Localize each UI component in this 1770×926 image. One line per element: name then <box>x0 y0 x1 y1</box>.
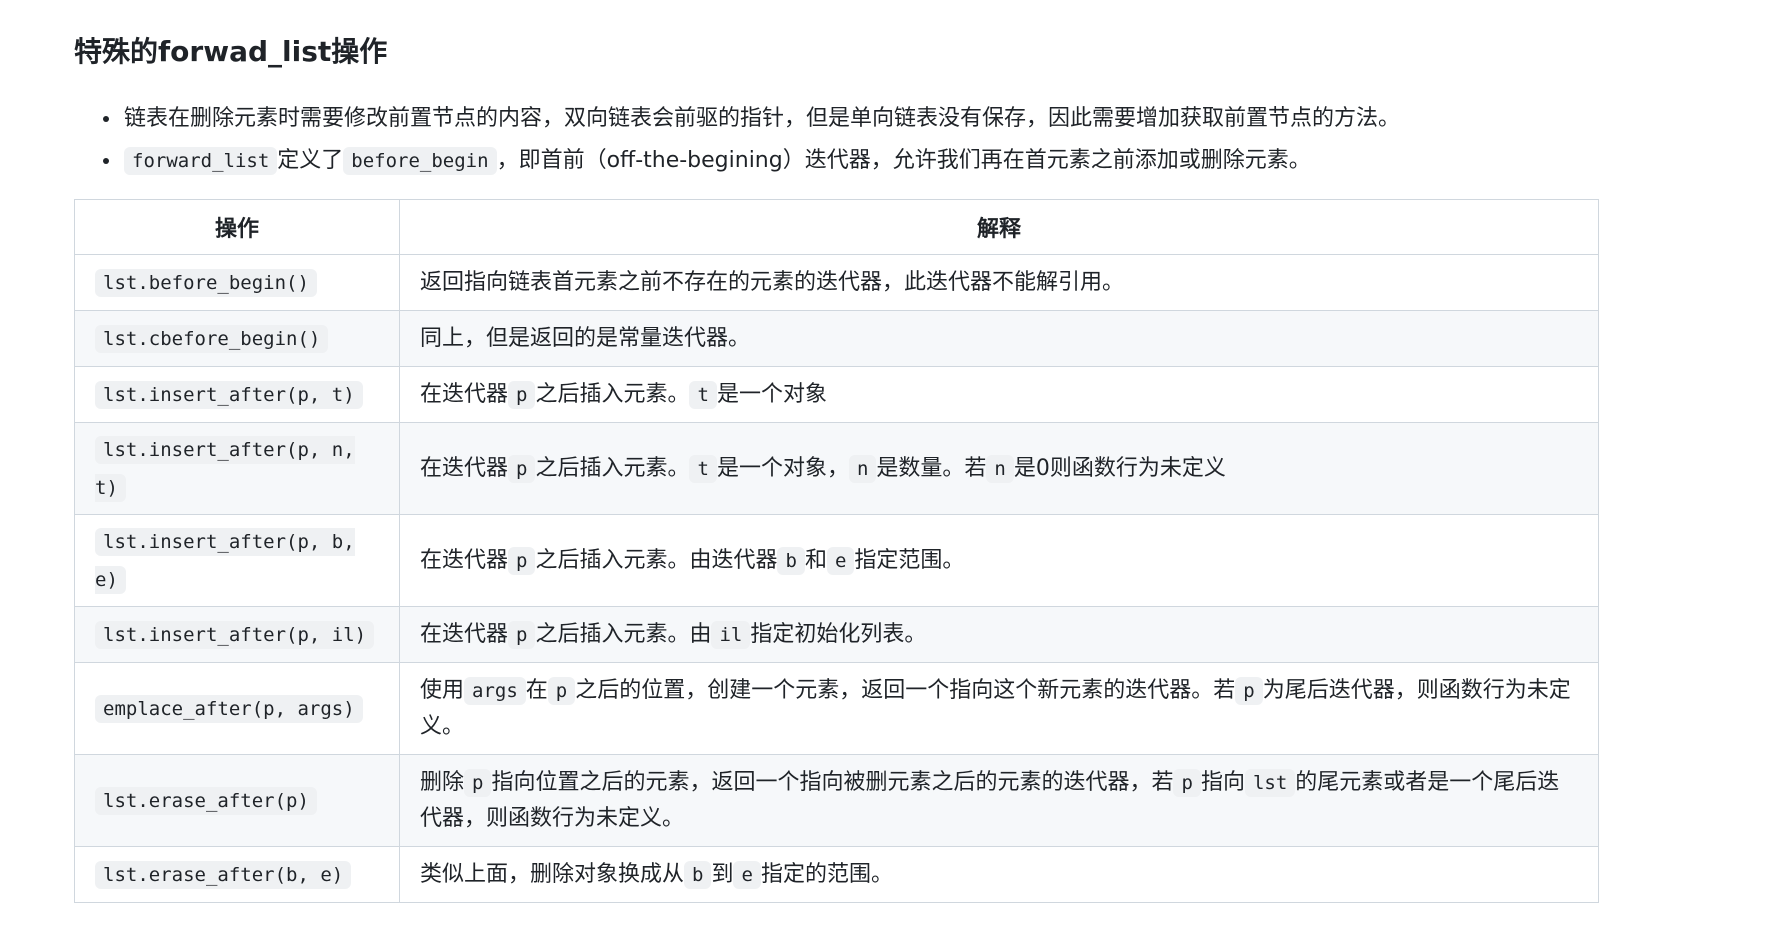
text-span: 同上，但是返回的是常量迭代器。 <box>420 325 751 351</box>
inline-code: lst <box>1244 768 1296 797</box>
note-item: forward_list定义了before_begin，即首前（off-the-… <box>122 140 1400 182</box>
inline-code: p <box>508 454 536 483</box>
text-span: 在迭代器 <box>420 547 509 573</box>
inline-code: p <box>547 676 576 705</box>
inline-code: il <box>711 620 751 649</box>
operation-code: lst.insert_after(p, n, t) <box>95 435 355 502</box>
operation-cell: lst.insert_after(p, t) <box>74 366 400 423</box>
note-item: 链表在删除元素时需要修改前置节点的内容，双向链表会前驱的指针，但是单向链表没有保… <box>122 98 1400 140</box>
inline-code: b <box>777 546 805 575</box>
text-span: 之后插入元素。 <box>535 381 690 407</box>
operations-table: 操作 解释 lst.before_begin() 返回指向链表首元素之前不存在的元… <box>74 199 1599 903</box>
operation-cell: lst.insert_after(p, n, t) <box>74 422 400 515</box>
explanation-cell: 在迭代器 p 之后插入元素。由迭代器 b 和 e 指定范围。 <box>399 514 1599 607</box>
text-span: 之后的位置，创建一个元素，返回一个指向这个新元素的迭代器。若 <box>575 677 1236 703</box>
text-span: 是一个对象 <box>716 381 827 407</box>
operation-code: lst.insert_after(p, b, e) <box>95 527 355 594</box>
explanation-cell: 在迭代器 p 之后插入元素。由 il 指定初始化列表。 <box>399 606 1599 663</box>
text-span: 删除 <box>420 769 465 795</box>
inline-code: t <box>689 380 717 409</box>
header-operation: 操作 <box>74 199 400 255</box>
table-row: lst.insert_after(p, t) 在迭代器 p 之后插入元素。 t 是一个对象 <box>74 366 1599 423</box>
operation-code: lst.erase_after(b, e) <box>95 860 352 889</box>
operation-cell: lst.insert_after(p, b, e) <box>74 514 400 607</box>
document-page: 特殊的forwad_list操作 链表在删除元素时需要修改前置节点的内容，双向链… <box>0 0 1770 926</box>
operation-cell: lst.erase_after(p) <box>74 754 400 847</box>
text-span: 指向位置之后的元素，返回一个指向被删元素之后的元素的迭代器，若 <box>491 769 1174 795</box>
explanation-cell: 类似上面，删除对象换成从 b 到 e 指定的范围。 <box>399 846 1599 903</box>
text-span: 在迭代器 <box>420 455 509 481</box>
inline-code: n <box>848 454 877 483</box>
explanation-cell: 在迭代器 p 之后插入元素。 t 是一个对象， n 是数量。若 n 是0则函数行为未定义 <box>399 422 1599 515</box>
text-span: 在迭代器 <box>420 381 509 407</box>
text-span: 在迭代器 <box>420 621 509 647</box>
inline-code: forward_list <box>124 147 278 175</box>
text-span: 和 <box>804 547 827 573</box>
inline-code: b <box>684 860 712 889</box>
text-span: 之后插入元素。由 <box>535 621 712 647</box>
table-row: lst.erase_after(p) 删除 p 指向位置之后的元素，返回一个指向被删元… <box>74 754 1599 847</box>
notes-list: 链表在删除元素时需要修改前置节点的内容，双向链表会前驱的指针，但是单向链表没有保… <box>96 98 1400 182</box>
table-row: lst.insert_after(p, n, t) 在迭代器 p 之后插入元素。 t 是一… <box>74 422 1599 515</box>
text-span: 链表在删除元素时需要修改前置节点的内容，双向链表会前驱的指针，但是单向链表没有保… <box>124 106 1401 131</box>
operation-code: lst.before_begin() <box>95 268 317 297</box>
text-span: 指定范围。 <box>854 547 965 573</box>
operation-code: emplace_after(p, args) <box>95 694 363 723</box>
operation-cell: lst.insert_after(p, il) <box>74 606 400 663</box>
inline-code: e <box>733 860 761 889</box>
operation-code: lst.insert_after(p, il) <box>95 620 375 649</box>
text-span: 使用 <box>420 677 465 703</box>
operation-code: lst.cbefore_begin() <box>95 324 329 353</box>
table-header-row: 操作 解释 <box>74 199 1599 255</box>
inline-code: t <box>689 454 717 483</box>
operation-cell: lst.before_begin() <box>74 254 400 311</box>
operation-code: lst.erase_after(p) <box>95 786 317 815</box>
inline-code: p <box>508 620 536 649</box>
text-span: 之后插入元素。由迭代器 <box>535 547 778 573</box>
text-span: 返回指向链表首元素之前不存在的元素的迭代器，此迭代器不能解引用。 <box>420 269 1125 295</box>
section-heading: 特殊的forwad_list操作 <box>74 35 388 68</box>
text-span: 是0则函数行为未定义 <box>1013 455 1226 481</box>
inline-code: before_begin <box>343 147 497 175</box>
header-explanation: 解释 <box>399 199 1599 255</box>
text-span: 指向 <box>1200 769 1245 795</box>
table-row: lst.erase_after(b, e) 类似上面，删除对象换成从 b 到 e 指定的范… <box>74 846 1599 903</box>
inline-code: args <box>464 676 526 705</box>
operation-cell: lst.erase_after(b, e) <box>74 846 400 903</box>
explanation-cell: 使用 args 在 p 之后的位置，创建一个元素，返回一个指向这个新元素的迭代器。若 p 为… <box>399 662 1599 755</box>
text-span: 是一个对象， <box>716 455 849 481</box>
text-span: 定义了 <box>277 148 344 173</box>
inline-code: p <box>508 380 536 409</box>
text-span: 到 <box>711 861 734 887</box>
text-span: 之后插入元素。 <box>535 455 690 481</box>
explanation-cell: 同上，但是返回的是常量迭代器。 <box>399 310 1599 367</box>
operation-cell: lst.cbefore_begin() <box>74 310 400 367</box>
text-span: ，即首前（off-the-begining）迭代器，允许我们再在首元素之前添加或… <box>496 148 1311 173</box>
inline-code: e <box>826 546 855 575</box>
operation-code: lst.insert_after(p, t) <box>95 380 363 409</box>
text-span: 是数量。若 <box>876 455 987 481</box>
text-span: 指定的范围。 <box>760 861 893 887</box>
operation-cell: emplace_after(p, args) <box>74 662 400 755</box>
table-row: emplace_after(p, args) 使用 args 在 p 之后的位置，创建一个… <box>74 662 1599 755</box>
explanation-cell: 在迭代器 p 之后插入元素。 t 是一个对象 <box>399 366 1599 423</box>
table-row: lst.before_begin() 返回指向链表首元素之前不存在的元素的迭代器，… <box>74 254 1599 311</box>
inline-code: p <box>1173 768 1201 797</box>
explanation-cell: 删除 p 指向位置之后的元素，返回一个指向被删元素之后的元素的迭代器，若 p 指向 lst… <box>399 754 1599 847</box>
table-row: lst.insert_after(p, b, e) 在迭代器 p 之后插入元素。由迭代… <box>74 514 1599 607</box>
inline-code: n <box>986 454 1014 483</box>
text-span: 在 <box>525 677 548 703</box>
inline-code: p <box>464 768 492 797</box>
text-span: 类似上面，删除对象换成从 <box>420 861 685 887</box>
inline-code: p <box>1235 676 1263 705</box>
text-span: 指定初始化列表。 <box>750 621 927 647</box>
table-row: lst.cbefore_begin() 同上，但是返回的是常量迭代器。 <box>74 310 1599 367</box>
inline-code: p <box>508 546 536 575</box>
table-row: lst.insert_after(p, il) 在迭代器 p 之后插入元素。由 il 指定… <box>74 606 1599 663</box>
explanation-cell: 返回指向链表首元素之前不存在的元素的迭代器，此迭代器不能解引用。 <box>399 254 1599 311</box>
